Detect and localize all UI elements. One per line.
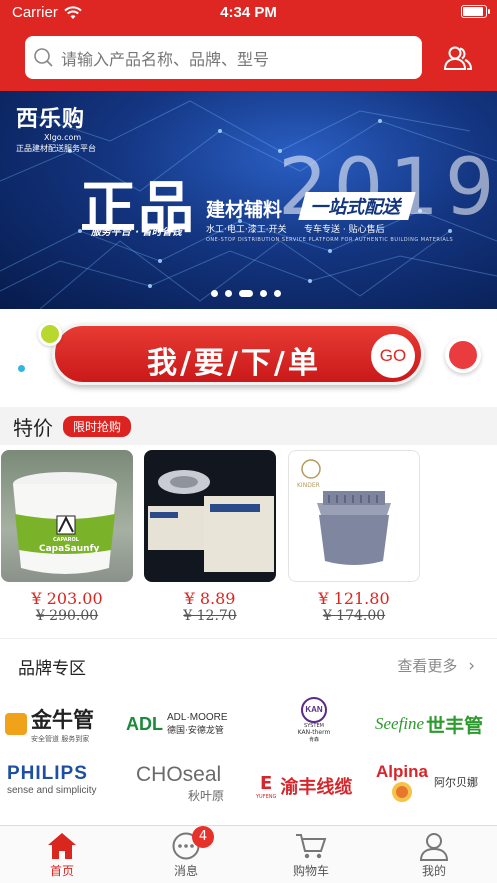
order-label: 我/要/下/单 (147, 346, 321, 381)
banner-logo: 西乐购 Xlgo.com 正品建材配送服务平台 (16, 101, 96, 154)
product-old-price: ¥ 12.70 (183, 608, 237, 624)
product-image[interactable] (144, 450, 276, 582)
promo-banner[interactable]: 西乐购 Xlgo.com 正品建材配送服务平台 2019 正品 建材辅料 一站式… (0, 91, 497, 309)
decor-red-ball (445, 337, 481, 373)
brand-logo-philips[interactable]: PHILIPS sense and simplicity (7, 763, 122, 809)
brand-sub: 阿尔贝娜 (433, 776, 478, 789)
banner-subtitle: 建材辅料 (206, 199, 283, 221)
banner-ribbon: 一站式配送 (298, 192, 416, 220)
flash-sale-badge: 限时抢购 (63, 415, 132, 437)
top-header: Carrier 4:34 PM 请输入产品名称、品牌、型号 (0, 0, 497, 91)
status-bar: Carrier 4:34 PM (0, 0, 497, 26)
brand-logo-adl[interactable]: ADL ADL·MOORE 德国·安德龙管 (126, 701, 250, 747)
product-image[interactable]: CAPAROL CapaSaunfy (1, 450, 133, 582)
place-order-button[interactable]: 我/要/下/单 GO (52, 323, 424, 385)
search-placeholder: 请输入产品名称、品牌、型号 (61, 49, 270, 69)
product-price: ¥ 203.00 (31, 589, 103, 608)
carousel-dot[interactable] (260, 290, 267, 297)
logo-site: Xlgo.com (44, 133, 82, 142)
brand-logo-choseal[interactable]: CHOseal 秋叶原 (136, 763, 240, 809)
tab-label: 我的 (421, 864, 446, 878)
brand-name: CHOseal (136, 763, 222, 786)
brand-sub: sense and simplicity (7, 785, 97, 796)
chevron-right-icon: › (468, 656, 475, 676)
decor-blue-ball (16, 363, 27, 374)
tab-messages[interactable]: 消息 4 (146, 826, 226, 879)
special-header: 特价 限时抢购 (0, 407, 497, 445)
go-button[interactable]: GO (371, 334, 415, 378)
product-price: ¥ 8.89 (184, 589, 236, 608)
product-card[interactable]: ¥ 8.89 ¥ 12.70 (144, 450, 276, 624)
brand-name: KAN (301, 697, 327, 723)
yufeng-mark-icon: E (260, 772, 273, 794)
brand-sub: 德国·安德龙管 (167, 726, 224, 736)
special-products: CAPAROL CapaSaunfy ¥ 203.00 ¥ 290.00 ¥ 8… (0, 445, 497, 638)
brand-name: Seefine (375, 714, 425, 733)
product-card[interactable]: CAPAROL CapaSaunfy ¥ 203.00 ¥ 290.00 (1, 450, 133, 624)
brand-name: ADL·MOORE (167, 712, 228, 723)
brand-zone: 品牌专区 查看更多 › 金牛管 安全管道 服务到家 ADL ADL·MOORE … (0, 638, 497, 825)
cart-icon (296, 834, 327, 859)
brand-name: Alpina (376, 762, 428, 781)
people-icon[interactable] (442, 42, 474, 74)
brand-name: PHILIPS (7, 763, 88, 784)
banner-english: ONE-STOP DISTRIBUTION SERVICE PLATFORM F… (206, 237, 454, 243)
product-image[interactable]: KINDER (288, 450, 420, 582)
banner-service: 专车专送 · 贴心售后 (304, 225, 385, 235)
brand-sub: 安全管道 服务到家 (31, 735, 90, 743)
logo-name: 西乐购 (16, 107, 86, 132)
product-price: ¥ 121.80 (318, 589, 390, 608)
order-section: 我/要/下/单 GO (0, 309, 497, 407)
search-input[interactable]: 请输入产品名称、品牌、型号 (25, 36, 422, 79)
home-icon (48, 833, 76, 859)
product-old-price: ¥ 174.00 (322, 608, 386, 624)
tab-profile[interactable]: 我的 (394, 830, 474, 879)
brand-logo-kan[interactable]: KAN SYSTEM KAN-therm 肯森 (286, 697, 342, 753)
tab-label: 购物车 (292, 864, 329, 878)
brand-name: 渝丰线缆 (280, 777, 353, 798)
brand-logo-jinniuguan[interactable]: 金牛管 安全管道 服务到家 (5, 701, 121, 747)
profile-icon (419, 833, 449, 861)
logo-tagline: 正品建材配送服务平台 (16, 144, 96, 153)
carousel-dot[interactable] (211, 290, 218, 297)
tab-home[interactable]: 首页 (22, 830, 102, 879)
brand-logo-alpina[interactable]: Alpina 阿尔贝娜 (376, 759, 494, 805)
product-brand-text: CAPAROL (53, 537, 79, 543)
banner-categories: 水工·电工·漆工·开关 (206, 225, 287, 235)
unread-count-badge: 4 (192, 826, 214, 848)
brand-name: 金牛管 (31, 708, 94, 732)
tab-cart[interactable]: 购物车 (271, 830, 351, 879)
clock: 4:34 PM (220, 4, 277, 21)
tab-label: 首页 (49, 864, 74, 878)
brand-sub: KAN-therm (297, 729, 331, 736)
search-icon (34, 47, 53, 67)
special-title: 特价 (13, 415, 53, 440)
carousel-dot[interactable] (274, 290, 281, 297)
view-more-link[interactable]: 查看更多 › (397, 655, 475, 676)
brand-zone-title: 品牌专区 (18, 659, 86, 679)
tab-bar: 首页 消息 4 购物车 我的 (0, 825, 497, 883)
brand-sub: 世丰管 (426, 714, 484, 737)
brand-sub: YUFENG (256, 793, 277, 800)
brand-sub-3: 肯森 (308, 737, 319, 743)
tab-label: 消息 (173, 864, 198, 878)
brand-logo-seefine[interactable]: Seefine 世丰管 (375, 701, 493, 747)
product-label-text: CapaSaunfy (39, 544, 100, 554)
carousel-dot-active[interactable] (239, 290, 253, 297)
brand-logo-yufeng[interactable]: E YUFENG 渝丰线缆 (256, 763, 364, 809)
alpina-emblem-icon (391, 782, 412, 802)
bull-icon (5, 713, 27, 735)
product-old-price: ¥ 290.00 (35, 608, 99, 624)
brand-sub: 秋叶原 (188, 789, 225, 803)
product-brand-text: KINDER (297, 482, 320, 489)
carousel-dot[interactable] (225, 290, 232, 297)
brand-mark: ADL (126, 713, 163, 734)
product-card[interactable]: KINDER ¥ 121.80 ¥ 174.00 (288, 450, 420, 624)
carousel-dots[interactable] (211, 290, 281, 297)
view-more-label: 查看更多 (397, 657, 458, 675)
banner-slogan: 服务平台 · 省时省钱 (90, 227, 184, 238)
battery-icon (461, 5, 490, 18)
decor-green-ball (38, 322, 62, 346)
